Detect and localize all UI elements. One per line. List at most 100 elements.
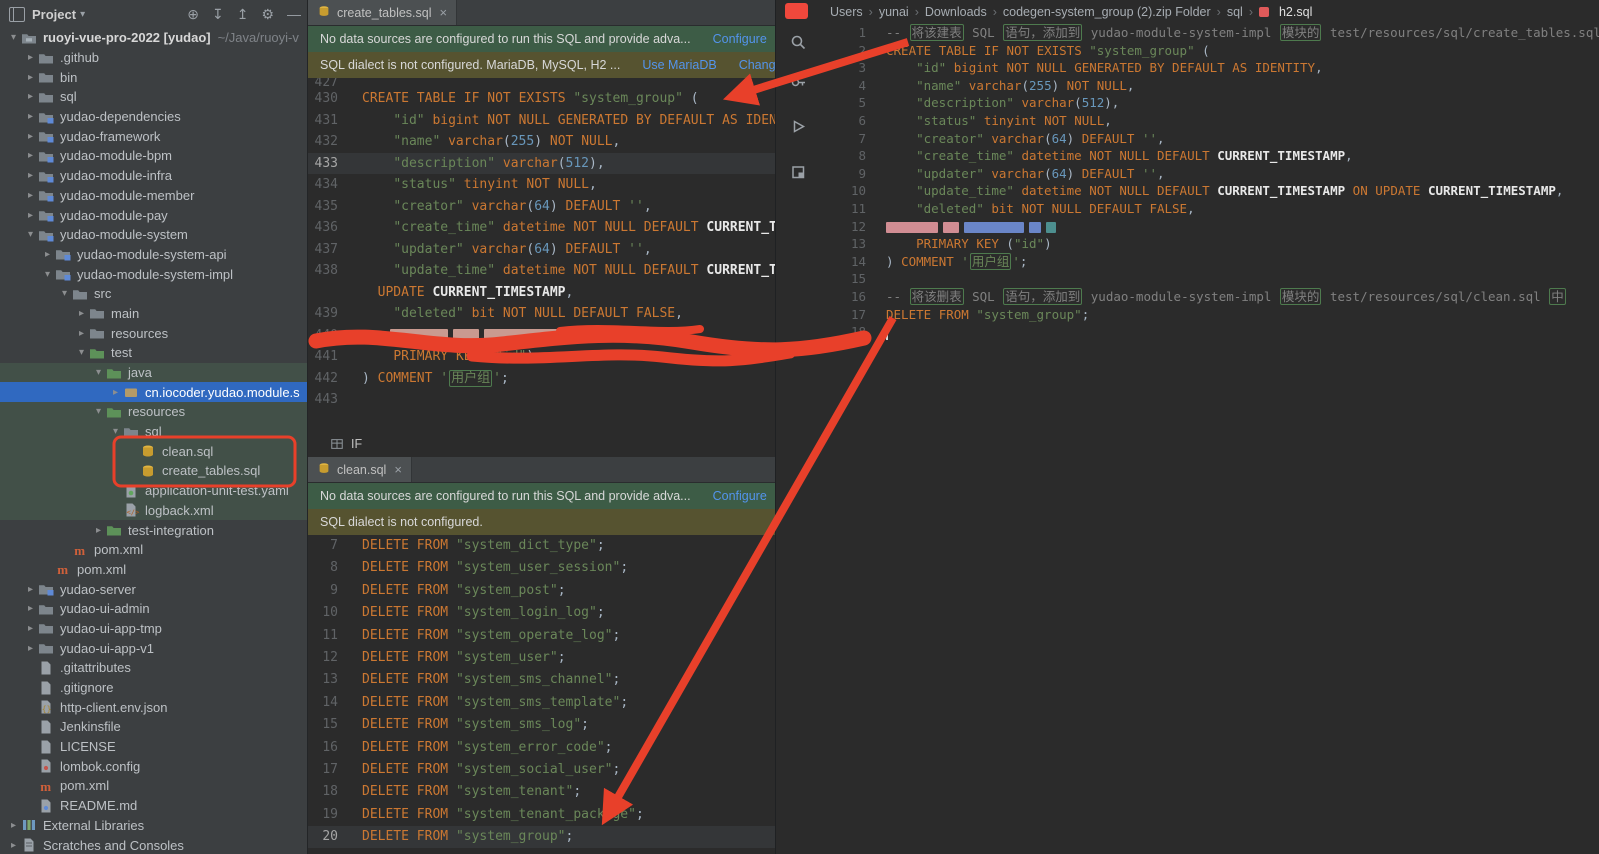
close-tab-icon[interactable]: ×	[440, 5, 448, 20]
chevron-right-icon[interactable]: ▸	[108, 387, 123, 398]
chevron-right-icon[interactable]: ▸	[23, 643, 38, 654]
code-line[interactable]: 17DELETE FROM "system_social_user";	[308, 759, 775, 781]
breadcrumb-item-yunai[interactable]: yunai	[879, 5, 909, 19]
code-line[interactable]: 14DELETE FROM "system_sms_template";	[308, 692, 775, 714]
use-mariadb-link[interactable]: Use MariaDB	[642, 58, 716, 72]
locate-icon[interactable]: ⊕	[187, 6, 199, 23]
tree-item-resources[interactable]: ▾resources	[0, 402, 307, 422]
code-line[interactable]: 19DELETE FROM "system_tenant_package";	[308, 804, 775, 826]
tree-item-yudao-ui-app-tmp[interactable]: ▸yudao-ui-app-tmp	[0, 619, 307, 639]
code-line[interactable]: 442) COMMENT '用户组';	[308, 368, 775, 390]
chevron-right-icon[interactable]: ▸	[74, 308, 89, 319]
run-icon[interactable]	[776, 118, 821, 135]
tab-clean-sql[interactable]: clean.sql ×	[308, 457, 412, 482]
code-line[interactable]: 12DELETE FROM "system_user";	[308, 647, 775, 669]
tree-item-logback-xml[interactable]: </>logback.xml	[0, 501, 307, 521]
hide-panel-icon[interactable]: —	[287, 6, 301, 23]
tree-item-gitattributes[interactable]: .gitattributes	[0, 658, 307, 678]
code-line[interactable]: 427	[308, 78, 775, 88]
tree-item-resources[interactable]: ▸resources	[0, 323, 307, 343]
tree-item-readme-md[interactable]: README.md	[0, 796, 307, 816]
chevron-down-icon[interactable]: ▾	[23, 229, 38, 240]
chevron-right-icon[interactable]: ▸	[23, 111, 38, 122]
chevron-down-icon[interactable]: ▾	[108, 426, 123, 437]
code-line[interactable]: 17DELETE FROM "system_group";	[820, 306, 1599, 324]
code-line[interactable]: 5 "description" varchar(512),	[820, 94, 1599, 112]
configure-datasource-link[interactable]: Configure	[713, 489, 767, 503]
chevron-down-icon[interactable]: ▾	[40, 269, 55, 280]
code-line[interactable]: 3 "id" bigint NOT NULL GENERATED BY DEFA…	[820, 59, 1599, 77]
tree-item-java[interactable]: ▾java	[0, 363, 307, 383]
tree-item-yudao-ui-admin[interactable]: ▸yudao-ui-admin	[0, 599, 307, 619]
chevron-right-icon[interactable]: ▸	[23, 91, 38, 102]
code-line[interactable]: 18DELETE FROM "system_tenant";	[308, 781, 775, 803]
settings-gear-icon[interactable]: ⚙	[261, 6, 274, 23]
tree-item-main[interactable]: ▸main	[0, 304, 307, 324]
chevron-down-icon[interactable]: ▾	[91, 406, 106, 417]
structure-element-label[interactable]: IF	[351, 437, 362, 451]
tree-item-http-client-env-json[interactable]: {}http-client.env.json	[0, 697, 307, 717]
code-line[interactable]: 10 "update_time" datetime NOT NULL DEFAU…	[820, 182, 1599, 200]
code-line[interactable]: 7DELETE FROM "system_dict_type";	[308, 535, 775, 557]
tree-item-yudao-module-system-api[interactable]: ▸yudao-module-system-api	[0, 245, 307, 265]
chevron-right-icon[interactable]: ▸	[23, 210, 38, 221]
code-line[interactable]: 2CREATE TABLE IF NOT EXISTS "system_grou…	[820, 42, 1599, 60]
tree-item-application-unit-test-yaml[interactable]: application-unit-test.yaml	[0, 481, 307, 501]
tree-item-yudao-module-system-impl[interactable]: ▾yudao-module-system-impl	[0, 264, 307, 284]
tree-item-yudao-framework[interactable]: ▸yudao-framework	[0, 126, 307, 146]
tree-item-ruoyi-vue-pro-2022-yudao[interactable]: ▾ruoyi-vue-pro-2022 [yudao]~/Java/ruoyi-…	[0, 28, 307, 48]
chevron-right-icon[interactable]: ▸	[23, 170, 38, 181]
code-line[interactable]: 16-- 将该删表 SQL 语句，添加到 yudao-module-system…	[820, 288, 1599, 306]
tree-item-yudao-module-member[interactable]: ▸yudao-module-member	[0, 186, 307, 206]
code-line[interactable]: 8DELETE FROM "system_user_session";	[308, 557, 775, 579]
chevron-down-icon[interactable]: ▾	[6, 32, 21, 43]
code-line[interactable]: 441 PRIMARY KEY ("id")	[308, 346, 775, 368]
breadcrumb-item-sql[interactable]: sql	[1227, 5, 1243, 19]
tree-item-pom-xml[interactable]: mpom.xml	[0, 560, 307, 580]
code-line[interactable]: 11DELETE FROM "system_operate_log";	[308, 625, 775, 647]
tree-item-lombok-config[interactable]: lombok.config	[0, 756, 307, 776]
tree-item-yudao-server[interactable]: ▸yudao-server	[0, 579, 307, 599]
tree-item-test-integration[interactable]: ▸test-integration	[0, 520, 307, 540]
code-line[interactable]: 11 "deleted" bit NOT NULL DEFAULT FALSE,	[820, 200, 1599, 218]
search-icon[interactable]	[776, 34, 821, 51]
collapse-all-icon[interactable]: ↥	[237, 6, 249, 23]
code-line[interactable]: 1-- 将该建表 SQL 语句，添加到 yudao-module-system-…	[820, 24, 1599, 42]
change-dialect-link[interactable]: Change dialect to ...	[739, 58, 775, 72]
code-line[interactable]: 431 "id" bigint NOT NULL GENERATED BY DE…	[308, 110, 775, 132]
close-tab-icon[interactable]: ×	[394, 462, 402, 477]
code-line[interactable]: 443	[308, 389, 775, 411]
chevron-right-icon[interactable]: ▸	[6, 820, 21, 831]
chevron-right-icon[interactable]: ▸	[91, 525, 106, 536]
code-line[interactable]: 14) COMMENT '用户组';	[820, 253, 1599, 271]
tree-item-clean-sql[interactable]: clean.sql	[0, 441, 307, 461]
code-line[interactable]: 15DELETE FROM "system_sms_log";	[308, 714, 775, 736]
expand-all-icon[interactable]: ↧	[212, 6, 224, 23]
chevron-right-icon[interactable]: ▸	[23, 150, 38, 161]
chevron-right-icon[interactable]: ▸	[23, 190, 38, 201]
code-line[interactable]: 15	[820, 270, 1599, 288]
chevron-right-icon[interactable]: ▸	[23, 72, 38, 83]
chevron-right-icon[interactable]: ▸	[23, 623, 38, 634]
code-line[interactable]: 13 PRIMARY KEY ("id")	[820, 235, 1599, 253]
tree-item-license[interactable]: LICENSE	[0, 737, 307, 757]
tree-item-sql[interactable]: ▸sql	[0, 87, 307, 107]
code-line[interactable]: 9 "updater" varchar(64) DEFAULT '',	[820, 165, 1599, 183]
tree-item-external-libraries[interactable]: ▸External Libraries	[0, 816, 307, 836]
code-line[interactable]: 7 "creator" varchar(64) DEFAULT '',	[820, 130, 1599, 148]
code-line[interactable]: 433 "description" varchar(512),	[308, 153, 775, 175]
chevron-down-icon[interactable]: ▾	[91, 367, 106, 378]
code-line[interactable]: UPDATE CURRENT_TIMESTAMP,	[308, 282, 775, 304]
code-line[interactable]: 432 "name" varchar(255) NOT NULL,	[308, 131, 775, 153]
tree-item-create-tables-sql[interactable]: create_tables.sql	[0, 461, 307, 481]
code-line[interactable]: 13DELETE FROM "system_sms_channel";	[308, 669, 775, 691]
code-line[interactable]: 9DELETE FROM "system_post";	[308, 580, 775, 602]
chevron-right-icon[interactable]: ▸	[23, 52, 38, 63]
code-line[interactable]: 439 "deleted" bit NOT NULL DEFAULT FALSE…	[308, 303, 775, 325]
chevron-right-icon[interactable]: ▸	[6, 840, 21, 851]
chevron-right-icon[interactable]: ▸	[40, 249, 55, 260]
key-icon[interactable]	[776, 74, 821, 91]
chevron-down-icon[interactable]: ▾	[80, 9, 85, 20]
configure-datasource-link[interactable]: Configure	[713, 32, 767, 46]
code-line[interactable]: 435 "creator" varchar(64) DEFAULT '',	[308, 196, 775, 218]
